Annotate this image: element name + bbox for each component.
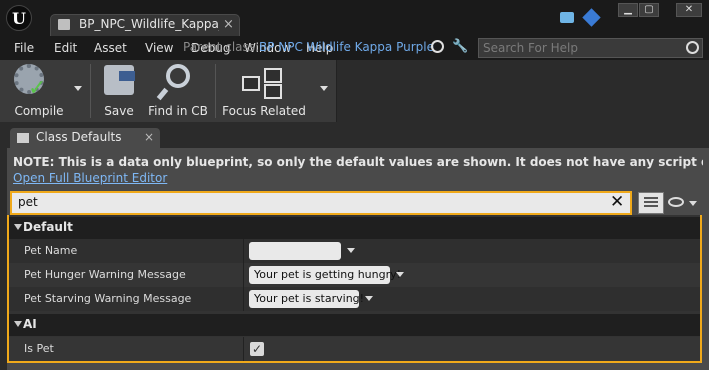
is-pet-checkbox[interactable]: ✓ — [250, 342, 264, 356]
filter-value: pet — [18, 195, 38, 209]
category-label: Default — [23, 220, 73, 234]
chevron-down-icon[interactable] — [365, 296, 373, 301]
checkmark-icon: ✓ — [28, 76, 47, 101]
compile-options-dropdown[interactable] — [74, 86, 82, 91]
magnifier-icon — [166, 64, 190, 88]
pet-hunger-warning-value: Your pet is getting hungry! — [254, 268, 402, 281]
document-tab[interactable]: BP_NPC_Wildlife_Kappa_K × — [50, 14, 240, 36]
class-defaults-tab[interactable]: Class Defaults × — [10, 128, 160, 148]
wrench-icon[interactable]: 🔧 — [452, 39, 468, 54]
close-tab-icon[interactable]: × — [223, 17, 234, 32]
blueprint-asset-icon — [58, 19, 70, 30]
property-name: Pet Hunger Warning Message — [24, 268, 186, 281]
find-in-cb-label: Find in CB — [148, 104, 208, 118]
menu-asset[interactable]: Asset — [94, 41, 127, 55]
property-row-pet-starving-warning-message: Pet Starving Warning Message Your pet is… — [9, 287, 700, 311]
details-icon — [17, 133, 29, 143]
class-defaults-tab-label: Class Defaults — [36, 130, 122, 144]
category-label: AI — [23, 317, 37, 331]
unreal-logo-icon[interactable]: U — [6, 5, 32, 31]
search-icon[interactable] — [686, 41, 699, 54]
search-help-placeholder: Search For Help — [483, 41, 578, 55]
property-matrix-button[interactable] — [638, 192, 664, 214]
menu-file[interactable]: File — [14, 41, 34, 55]
property-name: Pet Starving Warning Message — [24, 292, 192, 305]
eye-icon[interactable] — [668, 197, 684, 207]
chevron-down-icon[interactable] — [396, 272, 404, 277]
pet-starving-warning-field[interactable]: Your pet is starving! — [249, 290, 364, 308]
category-default[interactable]: Default — [9, 217, 700, 239]
pet-name-field[interactable] — [249, 242, 341, 260]
pet-starving-warning-value: Your pet is starving! — [254, 292, 365, 305]
toolbar-separator — [90, 64, 91, 118]
data-only-note: NOTE: This is a data only blueprint, so … — [13, 155, 703, 169]
parent-class-link[interactable]: BP NPC Wildlife Kappa Purple — [259, 40, 434, 54]
focus-related-label: Focus Related — [222, 104, 306, 118]
compile-label: Compile — [14, 104, 64, 118]
view-options-dropdown[interactable] — [689, 201, 697, 206]
pet-hunger-warning-field[interactable]: Your pet is getting hungry! — [249, 266, 401, 284]
property-name: Is Pet — [24, 342, 54, 355]
close-icon[interactable]: × — [144, 130, 154, 144]
save-label: Save — [104, 104, 134, 118]
property-filter-input[interactable]: pet ✕ — [10, 191, 632, 215]
search-help-input[interactable]: Search For Help — [478, 38, 703, 58]
floppy-disk-icon — [104, 65, 135, 95]
menu-view[interactable]: View — [145, 41, 173, 55]
save-button[interactable]: Save — [96, 62, 142, 120]
grid-icon — [644, 197, 658, 209]
open-full-blueprint-editor-link[interactable]: Open Full Blueprint Editor — [13, 171, 167, 185]
expand-arrow-icon — [14, 224, 22, 230]
property-row-pet-hunger-warning-message: Pet Hunger Warning Message Your pet is g… — [9, 263, 700, 287]
clear-filter-icon[interactable]: ✕ — [610, 192, 624, 212]
toolbar-separator — [215, 64, 216, 118]
property-name: Pet Name — [24, 244, 78, 257]
focus-related-dropdown[interactable] — [320, 86, 328, 91]
compile-button[interactable]: ✓ Compile — [4, 62, 74, 120]
find-in-cb-button[interactable]: Find in CB — [146, 62, 210, 120]
focus-related-button[interactable]: Focus Related — [220, 62, 308, 120]
browse-icon[interactable] — [431, 40, 444, 53]
parent-class-label: Parent class: — [183, 40, 260, 54]
expand-arrow-icon — [14, 321, 22, 327]
property-row-is-pet: Is Pet ✓ — [9, 337, 700, 361]
chevron-down-icon[interactable] — [347, 248, 355, 253]
minimize-button[interactable]: ▁ — [618, 3, 638, 17]
close-window-button[interactable]: ✕ — [676, 3, 702, 17]
document-tab-label: BP_NPC_Wildlife_Kappa_K — [79, 17, 219, 31]
feedback-icon[interactable] — [560, 12, 574, 23]
maximize-button[interactable]: ▢ — [639, 3, 659, 17]
property-row-pet-name: Pet Name — [9, 239, 700, 263]
category-ai[interactable]: AI — [9, 314, 700, 336]
menu-edit[interactable]: Edit — [54, 41, 77, 55]
